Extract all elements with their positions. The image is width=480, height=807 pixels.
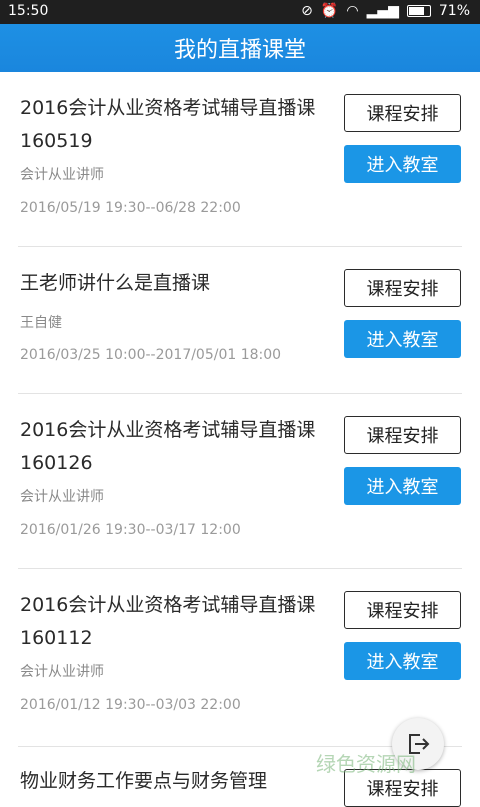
course-title: 王老师讲什么是直播课 — [20, 272, 211, 294]
course-item: 2016会计从业资格考试辅导直播课160112 会计从业讲师 2016/01/1… — [18, 569, 462, 747]
course-item: 2016会计从业资格考试辅导直播课160126 会计从业讲师 2016/01/2… — [18, 394, 462, 569]
page-title: 我的直播课堂 — [173, 38, 306, 63]
status-time: 15:50 — [8, 3, 49, 19]
schedule-button[interactable]: 课程安排 — [344, 269, 461, 307]
battery-icon — [406, 5, 431, 17]
course-teacher: 会计从业讲师 — [20, 664, 104, 680]
enter-classroom-button[interactable]: 进入教室 — [344, 467, 461, 505]
wifi-icon: ◠ — [346, 3, 359, 19]
course-time: 2016/01/26 19:30--03/17 12:00 — [20, 522, 241, 538]
course-time: 2016/01/12 19:30--03/03 22:00 — [20, 697, 241, 713]
course-title: 2016会计从业资格考试辅导直播课160112 — [20, 594, 316, 649]
alarm-icon: ⏰ — [320, 3, 339, 19]
signal-icon: ▂▄▆ — [366, 3, 399, 19]
course-title: 2016会计从业资格考试辅导直播课160126 — [20, 419, 316, 474]
course-teacher: 会计从业讲师 — [20, 167, 104, 183]
course-item: 2016会计从业资格考试辅导直播课160519 会计从业讲师 2016/05/1… — [18, 72, 462, 247]
schedule-button[interactable]: 课程安排 — [344, 94, 461, 132]
course-title: 物业财务工作要点与财务管理 — [20, 770, 268, 792]
schedule-button[interactable]: 课程安排 — [344, 416, 461, 454]
schedule-button[interactable]: 课程安排 — [344, 591, 461, 629]
course-time: 2016/03/25 10:00--2017/05/01 18:00 — [20, 347, 282, 363]
watermark: 绿色资源网 — [316, 752, 416, 776]
app-bar: 我的直播课堂 — [0, 24, 480, 72]
course-teacher: 王自健 — [20, 315, 62, 331]
course-item: 王老师讲什么是直播课 王自健 2016/03/25 10:00--2017/05… — [18, 247, 462, 394]
enter-classroom-button[interactable]: 进入教室 — [344, 320, 461, 358]
course-teacher: 会计从业讲师 — [20, 489, 104, 505]
course-title: 2016会计从业资格考试辅导直播课160519 — [20, 97, 316, 152]
status-icons: ⊘ ⏰ ◠ ▂▄▆ 71% — [301, 3, 470, 19]
status-bar: 15:50 ⊘ ⏰ ◠ ▂▄▆ 71% — [0, 0, 480, 24]
course-list: 2016会计从业资格考试辅导直播课160519 会计从业讲师 2016/05/1… — [0, 72, 480, 807]
course-time: 2016/05/19 19:30--06/28 22:00 — [20, 200, 241, 216]
battery-percent: 71% — [438, 3, 470, 19]
mute-icon: ⊘ — [301, 3, 313, 19]
enter-classroom-button[interactable]: 进入教室 — [344, 145, 461, 183]
enter-classroom-button[interactable]: 进入教室 — [344, 642, 461, 680]
